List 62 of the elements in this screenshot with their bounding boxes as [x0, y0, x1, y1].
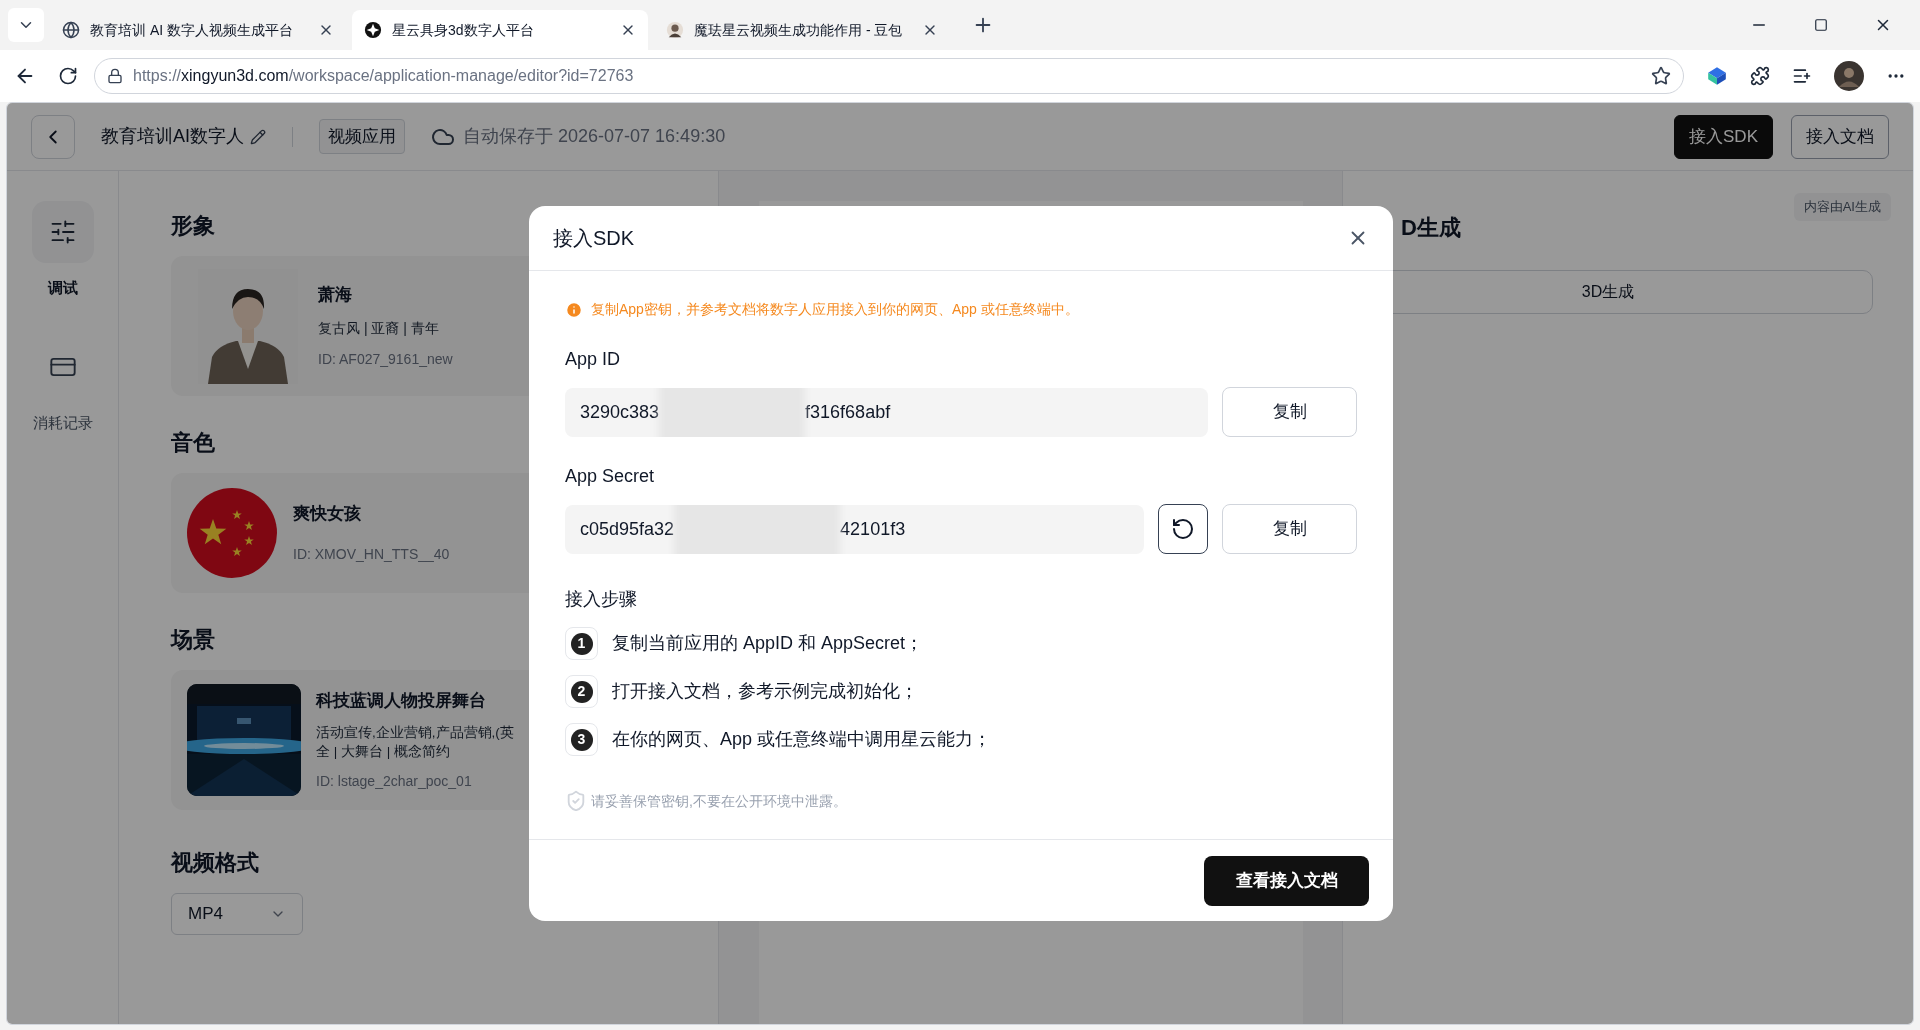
- step-text: 复制当前应用的 AppID 和 AppSecret；: [612, 632, 924, 655]
- panel-heading: D生成: [1401, 214, 1461, 242]
- restore-icon[interactable]: [1814, 18, 1828, 32]
- warning-icon: [565, 300, 583, 319]
- section-heading: 视频格式: [171, 849, 259, 877]
- browser-tab[interactable]: 星云具身3d数字人平台: [352, 10, 648, 50]
- section-heading: 场景: [171, 626, 215, 654]
- shield-icon: [565, 790, 587, 812]
- logo-icon: [364, 21, 382, 39]
- refresh-icon: [1171, 517, 1195, 541]
- scene-id: ID: lstage_2char_poc_01: [316, 772, 473, 792]
- scene-tags: 全 | 大舞台 | 概念简约: [316, 742, 514, 762]
- avatar-id: ID: AF027_9161_new: [318, 349, 453, 369]
- scene-name: 科技蓝调人物投屏舞台: [316, 689, 487, 712]
- key-value-start: c05d95fa32: [580, 517, 675, 541]
- key-value-end: 42101f3: [840, 517, 906, 541]
- format-select[interactable]: MP4: [171, 893, 303, 935]
- lock-icon: [107, 68, 123, 84]
- refresh-button[interactable]: [1158, 504, 1208, 554]
- scene-tags: 活动宣传,企业营销,产品营销,(英: [316, 723, 514, 743]
- voice-name: 爽快女孩: [293, 502, 362, 525]
- voice-id: ID: XMOV_HN_TTS__40: [293, 545, 450, 565]
- nav-item[interactable]: 消耗记录: [31, 335, 94, 434]
- step-number: 3: [570, 728, 593, 751]
- key-field[interactable]: c05d95fa32 42101f3: [565, 504, 1144, 554]
- favorites-icon[interactable]: [1792, 66, 1812, 86]
- browser-tab[interactable]: 教育培训 AI 数字人视频生成平台: [50, 10, 346, 50]
- url-text: https://xingyun3d.com/workspace/application-manage/editor?id=72763: [133, 66, 634, 86]
- tab-title: 教育培训 AI 数字人视频生成平台: [90, 20, 294, 40]
- extension-icon[interactable]: [1706, 65, 1728, 87]
- section-heading: 形象: [171, 212, 215, 240]
- app-name: 教育培训AI数字人: [101, 125, 244, 148]
- app-type-tag: 视频应用: [319, 118, 405, 155]
- section-heading: 音色: [171, 429, 215, 457]
- field-label: App ID: [565, 348, 622, 371]
- header-button[interactable]: 接入SDK: [1674, 114, 1773, 159]
- nav-label: 消耗记录: [32, 412, 93, 433]
- ai-generated-badge: 内容由AI生成: [1793, 193, 1891, 221]
- key-value-start: 3290c383: [580, 400, 660, 424]
- step-number: 2: [570, 680, 593, 703]
- tab-title: 魔珐星云视频生成功能作用 - 豆包: [694, 20, 904, 40]
- view-docs-button[interactable]: 查看接入文档: [1204, 855, 1369, 906]
- favorite-star-icon[interactable]: [1651, 66, 1671, 86]
- reload-icon[interactable]: [58, 66, 78, 86]
- browser-tab[interactable]: 魔珐星云视频生成功能作用 - 豆包: [654, 10, 950, 50]
- avatar-icon: [666, 21, 684, 39]
- tab-title: 星云具身3d数字人平台: [392, 20, 535, 40]
- copy-button[interactable]: 复制: [1222, 387, 1357, 437]
- nav-label: 调试: [47, 278, 78, 298]
- edit-icon[interactable]: [250, 128, 266, 145]
- step-number: 1: [570, 632, 593, 655]
- autosave-status: 自动保存于 2026-07-07 16:49:30: [463, 125, 726, 148]
- key-field[interactable]: 3290c383 f316f68abf: [565, 387, 1208, 437]
- key-value-end: f316f68abf: [805, 400, 891, 424]
- extensions-icon[interactable]: [1750, 66, 1770, 86]
- copy-button[interactable]: 复制: [1222, 504, 1357, 554]
- avatar-name: 萧海: [318, 284, 353, 307]
- avatar-tags: 复古风 | 亚裔 | 青年: [318, 317, 453, 339]
- header-button[interactable]: 接入文档: [1791, 114, 1889, 159]
- dialog-title: 接入SDK: [553, 226, 635, 251]
- globe-icon: [62, 21, 80, 39]
- profile-icon[interactable]: [1834, 61, 1864, 91]
